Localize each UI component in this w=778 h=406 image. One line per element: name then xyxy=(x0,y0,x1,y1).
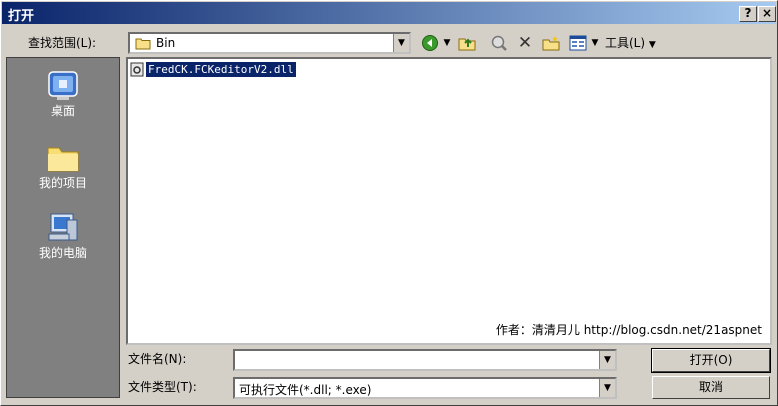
place-label: 我的项目 xyxy=(38,176,87,190)
chevron-down-icon[interactable]: ▼ xyxy=(599,351,615,369)
views-dropdown-icon[interactable]: ▼ xyxy=(590,32,600,54)
place-my-projects[interactable]: 我的项目 xyxy=(7,142,119,191)
cancel-button[interactable]: 取消 xyxy=(652,376,770,399)
file-list[interactable]: FredCK.FCKeditorV2.dll 作者：清清月儿 http://bl… xyxy=(126,57,772,345)
help-button[interactable]: ? xyxy=(739,6,757,22)
window-title: 打开 xyxy=(8,9,35,24)
computer-icon xyxy=(48,213,78,241)
close-button[interactable]: × xyxy=(758,6,776,22)
watermark-text: 作者：清清月儿 http://blog.csdn.net/21aspnet xyxy=(495,323,762,337)
tools-label: 工具(L) xyxy=(605,36,646,50)
place-desktop[interactable]: 桌面 xyxy=(7,70,119,119)
filename-combo[interactable]: ▼ xyxy=(233,349,617,371)
views-icon xyxy=(569,35,587,51)
lookin-label: 查找范围(L): xyxy=(28,36,97,50)
search-web-button[interactable] xyxy=(488,32,510,54)
open-dialog: 打开 ? × 查找范围(L): Bin ▼ ▼ ✕ ▼ 工具(L) ▼ 桌面 我… xyxy=(0,0,778,406)
back-button[interactable] xyxy=(419,32,441,54)
new-folder-icon xyxy=(542,36,560,51)
up-folder-button[interactable] xyxy=(456,32,478,54)
views-button[interactable] xyxy=(567,32,589,54)
places-bar: 桌面 我的项目 我的电脑 xyxy=(6,57,120,398)
back-arrow-icon xyxy=(422,35,438,51)
chevron-down-icon: ▼ xyxy=(648,40,656,50)
open-button[interactable]: 打开(O) xyxy=(651,348,771,373)
new-folder-button[interactable] xyxy=(540,32,562,54)
delete-icon[interactable]: ✕ xyxy=(514,32,536,54)
folder-icon xyxy=(135,38,151,50)
desktop-icon xyxy=(48,71,78,100)
title-bar[interactable]: 打开 ? × xyxy=(2,2,776,24)
place-my-computer[interactable]: 我的电脑 xyxy=(7,212,119,261)
place-label: 桌面 xyxy=(50,104,75,118)
file-name: FredCK.FCKeditorV2.dll xyxy=(145,61,297,78)
filetype-label: 文件类型(T): xyxy=(128,380,197,394)
lookin-combo[interactable]: Bin ▼ xyxy=(128,32,411,54)
chevron-down-icon[interactable]: ▼ xyxy=(599,379,615,397)
search-web-icon xyxy=(491,35,507,51)
up-folder-icon xyxy=(458,38,476,51)
back-dropdown-icon[interactable]: ▼ xyxy=(442,32,452,54)
filename-label: 文件名(N): xyxy=(128,352,187,366)
chevron-down-icon[interactable]: ▼ xyxy=(393,34,409,52)
filetype-value: 可执行文件(*.dll; *.exe) xyxy=(239,383,372,397)
list-item[interactable]: FredCK.FCKeditorV2.dll xyxy=(130,61,297,78)
tools-menu[interactable]: 工具(L) ▼ xyxy=(605,32,667,54)
filetype-combo[interactable]: 可执行文件(*.dll; *.exe) ▼ xyxy=(233,377,617,399)
lookin-value: Bin xyxy=(156,36,176,50)
place-label: 我的电脑 xyxy=(38,246,87,260)
folder-icon xyxy=(47,147,79,172)
dll-file-icon xyxy=(130,62,144,77)
